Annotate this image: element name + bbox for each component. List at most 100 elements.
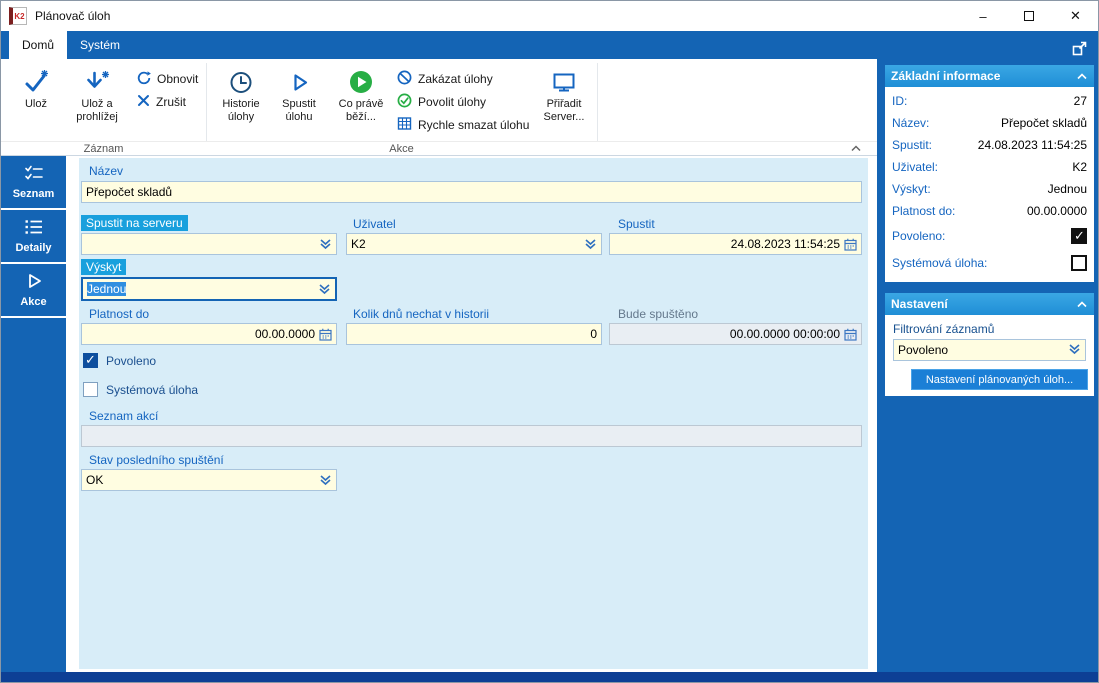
ribbon-separator <box>206 63 207 141</box>
sidebar-item-akce[interactable]: Akce <box>1 264 66 318</box>
info-row-system-task: Systémová úloha: <box>885 249 1094 276</box>
basic-info-header[interactable]: Základní informace <box>885 65 1094 87</box>
enable-tasks-button[interactable]: Povolit úlohy <box>397 92 486 112</box>
left-sidebar: Seznam Detaily Akce <box>1 156 66 672</box>
refresh-button[interactable]: Obnovit <box>137 69 198 89</box>
checklist-icon <box>24 164 44 185</box>
app-icon: K2 <box>9 7 27 25</box>
group-label-record: Záznam <box>83 143 124 155</box>
selected-text: Jednou <box>87 282 127 296</box>
settings-header[interactable]: Nastavení <box>885 293 1094 315</box>
info-row: Platnost do: 00.00.0000 <box>892 204 1087 218</box>
cancel-button[interactable]: Zrušit <box>137 92 186 112</box>
last-run-state-combo[interactable]: OK <box>81 469 337 491</box>
running-now-label: Co právě běží... <box>338 98 384 123</box>
ribbon-separator <box>597 63 598 141</box>
quick-delete-button[interactable]: Rychle smazat úlohu <box>397 115 529 135</box>
dropdown-icon <box>584 238 597 250</box>
sidebar-item-label: Akce <box>20 296 47 308</box>
history-days-input[interactable]: 0 <box>346 323 602 345</box>
cancel-label: Zrušit <box>156 95 186 109</box>
save-button[interactable]: Ulož <box>9 61 63 139</box>
external-link-icon <box>1072 41 1086 55</box>
info-row: Uživatel: K2 <box>892 160 1087 174</box>
scheduled-tasks-settings-button[interactable]: Nastavení plánovaných úloh... <box>911 369 1088 390</box>
disable-tasks-button[interactable]: Zakázat úlohy <box>397 69 493 89</box>
run-task-label: Spustit úlohu <box>282 98 316 123</box>
filter-combo[interactable]: Povoleno <box>893 339 1086 361</box>
user-label: Uživatel <box>353 217 396 231</box>
next-run-date-input: 00.00.0000 00:00:00 <box>609 323 862 345</box>
run-on-server-combo[interactable] <box>81 233 337 255</box>
name-input[interactable]: Přepočet skladů <box>81 181 862 203</box>
detail-form: Název Přepočet skladů Spustit na serveru… <box>66 156 877 672</box>
running-now-button[interactable]: Co právě běží... <box>329 61 393 139</box>
sidebar-item-label: Seznam <box>12 188 55 200</box>
prohibition-icon <box>397 70 412 88</box>
refresh-icon <box>137 70 151 88</box>
open-external-button[interactable] <box>1070 39 1088 57</box>
panel-system-task-checkbox[interactable] <box>1071 254 1087 271</box>
save-and-view-icon <box>84 66 110 98</box>
tab-home[interactable]: Domů <box>9 31 67 59</box>
system-task-checkbox-label: Systémová úloha <box>106 383 199 397</box>
run-at-date-input[interactable]: 24.08.2023 11:54:25 <box>609 233 862 255</box>
panel-enabled-checkbox[interactable] <box>1071 227 1087 244</box>
basic-info-body: ID: 27 Název: Přepočet skladů Spustit: 24.0… <box>885 87 1094 282</box>
assign-server-button[interactable]: Přiřadit Server... <box>535 61 593 139</box>
ribbon: Ulož Ulož a prohlížej Obnovit Zrušit His… <box>1 59 877 156</box>
enabled-checkbox[interactable] <box>83 352 98 368</box>
refresh-label: Obnovit <box>157 72 199 86</box>
run-task-button[interactable]: Spustit úlohu <box>271 61 327 139</box>
enabled-checkbox-label: Povoleno <box>106 354 157 368</box>
occurrence-combo[interactable]: Jednou <box>81 277 337 301</box>
monitor-icon <box>551 66 577 98</box>
valid-until-label: Platnost do <box>89 307 150 321</box>
quick-delete-label: Rychle smazat úlohu <box>418 118 530 132</box>
info-row-enabled: Povoleno: <box>885 222 1094 249</box>
dropdown-icon <box>319 238 332 250</box>
calendar-icon <box>844 238 857 251</box>
name-label: Název <box>89 164 124 178</box>
clock-icon <box>228 66 254 98</box>
minimize-button[interactable]: – <box>960 1 1006 31</box>
save-icon <box>23 66 49 98</box>
maximize-button[interactable] <box>1006 1 1052 31</box>
basic-info-title: Základní informace <box>891 69 1001 83</box>
valid-until-date-input[interactable]: 00.00.0000 <box>81 323 337 345</box>
disable-tasks-label: Zakázat úlohy <box>418 72 493 86</box>
task-history-button[interactable]: Historie úlohy <box>213 61 269 139</box>
right-panel: Základní informace ID: 27 Název: Přepočet … <box>877 31 1098 672</box>
dropdown-icon <box>1068 343 1081 358</box>
dropdown-icon <box>318 283 331 295</box>
cancel-icon <box>137 94 150 110</box>
system-task-checkbox[interactable] <box>83 382 98 397</box>
check-circle-icon <box>397 93 412 111</box>
run-at-label: Spustit <box>618 217 655 231</box>
save-and-view-button[interactable]: Ulož a prohlížej <box>65 61 129 139</box>
play-icon <box>286 66 312 98</box>
chevron-up-icon <box>1077 73 1087 80</box>
close-button[interactable]: ✕ <box>1052 1 1098 31</box>
assign-server-label: Přiřadit Server... <box>543 98 585 123</box>
sidebar-item-detaily[interactable]: Detaily <box>1 210 66 264</box>
grid-delete-icon <box>397 116 412 134</box>
info-row: Název: Přepočet skladů <box>892 116 1087 130</box>
sidebar-item-seznam[interactable]: Seznam <box>1 156 66 210</box>
info-row: Spustit: 24.08.2023 11:54:25 <box>892 138 1087 152</box>
run-on-server-label: Spustit na serveru <box>81 215 188 231</box>
ribbon-group-divider <box>1 141 877 142</box>
settings-title: Nastavení <box>891 297 948 311</box>
tab-system[interactable]: Systém <box>67 31 133 59</box>
list-icon <box>24 218 44 239</box>
sidebar-item-label: Detaily <box>15 242 52 254</box>
group-label-actions: Akce <box>389 143 414 155</box>
history-days-label: Kolik dnů nechat v historii <box>353 307 490 321</box>
ribbon-collapse-button[interactable] <box>847 141 865 155</box>
last-run-state-label: Stav posledního spuštění <box>89 453 224 467</box>
user-combo[interactable]: K2 <box>346 233 602 255</box>
settings-body: Filtrování záznamů Povoleno Nastavení pl… <box>885 315 1094 396</box>
action-list-label: Seznam akcí <box>89 409 159 423</box>
chevron-up-icon <box>851 145 861 152</box>
task-history-label: Historie úlohy <box>222 98 260 123</box>
